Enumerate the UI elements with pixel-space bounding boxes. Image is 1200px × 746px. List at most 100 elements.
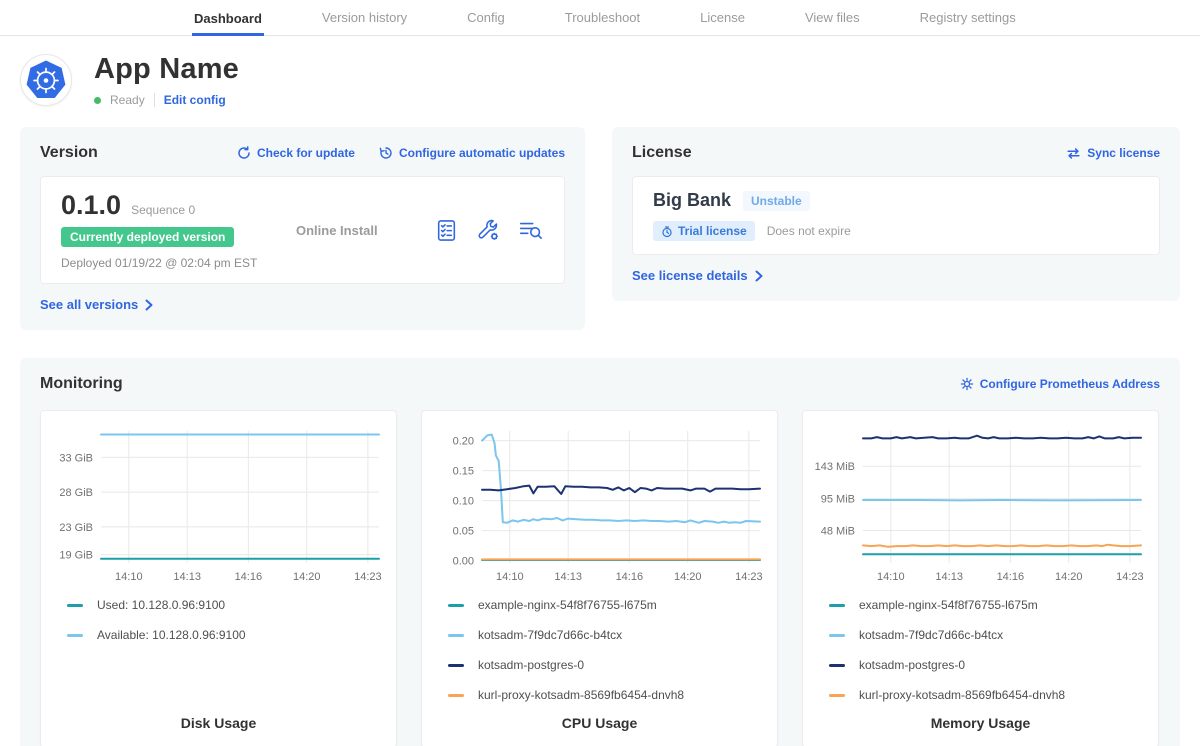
license-card-title: License bbox=[632, 144, 692, 162]
disk-usage-title: Disk Usage bbox=[51, 715, 386, 731]
tab-view-files[interactable]: View files bbox=[803, 1, 862, 35]
cpu-usage-title: CPU Usage bbox=[432, 715, 767, 731]
memory-usage-panel: 14:1014:1314:1614:2014:2348 MiB95 MiB143… bbox=[802, 410, 1159, 746]
view-logs-icon[interactable] bbox=[518, 218, 544, 242]
chevron-right-icon bbox=[755, 270, 763, 282]
svg-text:14:13: 14:13 bbox=[173, 571, 201, 583]
cpu-usage-chart: 14:1014:1314:1614:2014:230.000.050.100.1… bbox=[432, 425, 769, 585]
svg-text:48 MiB: 48 MiB bbox=[821, 526, 855, 538]
preflight-checks-icon[interactable] bbox=[434, 218, 459, 243]
schedule-icon bbox=[379, 146, 393, 160]
legend-swatch bbox=[448, 634, 464, 637]
version-card-title: Version bbox=[40, 144, 98, 162]
channel-badge: Unstable bbox=[743, 191, 810, 211]
gear-icon bbox=[960, 377, 974, 391]
sync-icon bbox=[1066, 147, 1081, 160]
legend-item: Used: 10.128.0.96:9100 bbox=[67, 598, 386, 612]
svg-text:0.10: 0.10 bbox=[453, 496, 474, 508]
svg-text:14:23: 14:23 bbox=[735, 571, 763, 583]
legend-item: Available: 10.128.0.96:9100 bbox=[67, 628, 386, 642]
svg-text:14:16: 14:16 bbox=[997, 571, 1025, 583]
trial-license-badge: Trial license bbox=[653, 221, 755, 241]
legend-swatch bbox=[829, 694, 845, 697]
svg-text:14:13: 14:13 bbox=[935, 571, 963, 583]
current-version-row: 0.1.0 Sequence 0 Currently deployed vers… bbox=[40, 176, 565, 284]
license-expiry: Does not expire bbox=[767, 224, 851, 238]
customer-name: Big Bank bbox=[653, 190, 731, 211]
see-license-details-link[interactable]: See license details bbox=[632, 268, 763, 283]
svg-text:95 MiB: 95 MiB bbox=[821, 494, 855, 506]
svg-text:14:23: 14:23 bbox=[1116, 571, 1144, 583]
disk-usage-panel: 14:1014:1314:1614:2014:2319 GiB23 GiB28 … bbox=[40, 410, 397, 746]
legend-item: kotsadm-postgres-0 bbox=[448, 658, 767, 672]
edit-config-link[interactable]: Edit config bbox=[164, 93, 226, 107]
svg-text:0.05: 0.05 bbox=[453, 526, 474, 538]
tab-troubleshoot[interactable]: Troubleshoot bbox=[563, 1, 642, 35]
configure-prometheus-label: Configure Prometheus Address bbox=[980, 377, 1160, 391]
divider bbox=[154, 93, 155, 107]
tab-registry-settings[interactable]: Registry settings bbox=[918, 1, 1018, 35]
configure-prometheus-button[interactable]: Configure Prometheus Address bbox=[960, 377, 1160, 391]
legend-label: kotsadm-7f9dc7d66c-b4tcx bbox=[859, 628, 1003, 642]
svg-text:14:16: 14:16 bbox=[616, 571, 644, 583]
legend-label: Used: 10.128.0.96:9100 bbox=[97, 598, 225, 612]
see-all-versions-label: See all versions bbox=[40, 297, 138, 312]
legend-swatch bbox=[448, 604, 464, 607]
legend-label: kotsadm-postgres-0 bbox=[859, 658, 965, 672]
legend-swatch bbox=[829, 664, 845, 667]
svg-text:0.20: 0.20 bbox=[453, 436, 474, 448]
svg-text:14:23: 14:23 bbox=[354, 571, 382, 583]
install-type-label: Online Install bbox=[296, 223, 434, 238]
tab-license[interactable]: License bbox=[698, 1, 747, 35]
deployed-timestamp: Deployed 01/19/22 @ 02:04 pm EST bbox=[61, 256, 296, 270]
legend-swatch bbox=[67, 604, 83, 607]
monitoring-card: Monitoring Configure Prometheus Address … bbox=[20, 358, 1180, 746]
config-wrench-icon[interactable] bbox=[476, 218, 501, 243]
svg-text:14:16: 14:16 bbox=[235, 571, 263, 583]
page-title: App Name bbox=[94, 54, 239, 84]
legend-swatch bbox=[829, 604, 845, 607]
stopwatch-icon bbox=[661, 225, 673, 238]
sync-license-label: Sync license bbox=[1087, 146, 1160, 160]
legend-label: example-nginx-54f8f76755-l675m bbox=[859, 598, 1038, 612]
legend-item: example-nginx-54f8f76755-l675m bbox=[829, 598, 1148, 612]
svg-text:14:10: 14:10 bbox=[877, 571, 905, 583]
configure-automatic-updates-button[interactable]: Configure automatic updates bbox=[379, 146, 565, 160]
svg-text:23 GiB: 23 GiB bbox=[59, 522, 93, 534]
sync-license-button[interactable]: Sync license bbox=[1066, 146, 1160, 160]
check-for-update-button[interactable]: Check for update bbox=[237, 146, 355, 160]
legend-item: kotsadm-postgres-0 bbox=[829, 658, 1148, 672]
svg-text:14:10: 14:10 bbox=[115, 571, 143, 583]
cpu-usage-legend: example-nginx-54f8f76755-l675m kotsadm-7f… bbox=[432, 598, 767, 702]
monitoring-title: Monitoring bbox=[40, 375, 123, 393]
sequence-label: Sequence 0 bbox=[131, 203, 195, 217]
kubernetes-logo bbox=[26, 60, 66, 100]
tab-dashboard[interactable]: Dashboard bbox=[192, 2, 264, 36]
legend-swatch bbox=[448, 664, 464, 667]
legend-label: example-nginx-54f8f76755-l675m bbox=[478, 598, 657, 612]
tab-version-history[interactable]: Version history bbox=[320, 1, 409, 35]
memory-usage-title: Memory Usage bbox=[813, 715, 1148, 731]
tab-config[interactable]: Config bbox=[465, 1, 507, 35]
see-all-versions-link[interactable]: See all versions bbox=[40, 297, 153, 312]
svg-text:14:20: 14:20 bbox=[293, 571, 321, 583]
memory-usage-chart: 14:1014:1314:1614:2014:2348 MiB95 MiB143… bbox=[813, 425, 1150, 585]
cpu-usage-panel: 14:1014:1314:1614:2014:230.000.050.100.1… bbox=[421, 410, 778, 746]
version-card: Version Check for update bbox=[20, 127, 585, 330]
version-number: 0.1.0 bbox=[61, 190, 121, 221]
svg-text:14:10: 14:10 bbox=[496, 571, 524, 583]
legend-label: kurl-proxy-kotsadm-8569fb6454-dnvh8 bbox=[478, 688, 684, 702]
top-nav: Dashboard Version history Config Troublesho… bbox=[0, 0, 1200, 36]
svg-text:143 MiB: 143 MiB bbox=[815, 462, 855, 474]
app-icon bbox=[20, 54, 72, 106]
trial-license-label: Trial license bbox=[678, 224, 747, 238]
chevron-right-icon bbox=[145, 299, 153, 311]
legend-item: example-nginx-54f8f76755-l675m bbox=[448, 598, 767, 612]
legend-item: kotsadm-7f9dc7d66c-b4tcx bbox=[448, 628, 767, 642]
disk-usage-legend: Used: 10.128.0.96:9100 Available: 10.128.… bbox=[51, 598, 386, 642]
refresh-icon bbox=[237, 146, 251, 160]
status-dot bbox=[94, 97, 101, 104]
legend-swatch bbox=[67, 634, 83, 637]
legend-label: kotsadm-postgres-0 bbox=[478, 658, 584, 672]
svg-text:14:20: 14:20 bbox=[674, 571, 702, 583]
